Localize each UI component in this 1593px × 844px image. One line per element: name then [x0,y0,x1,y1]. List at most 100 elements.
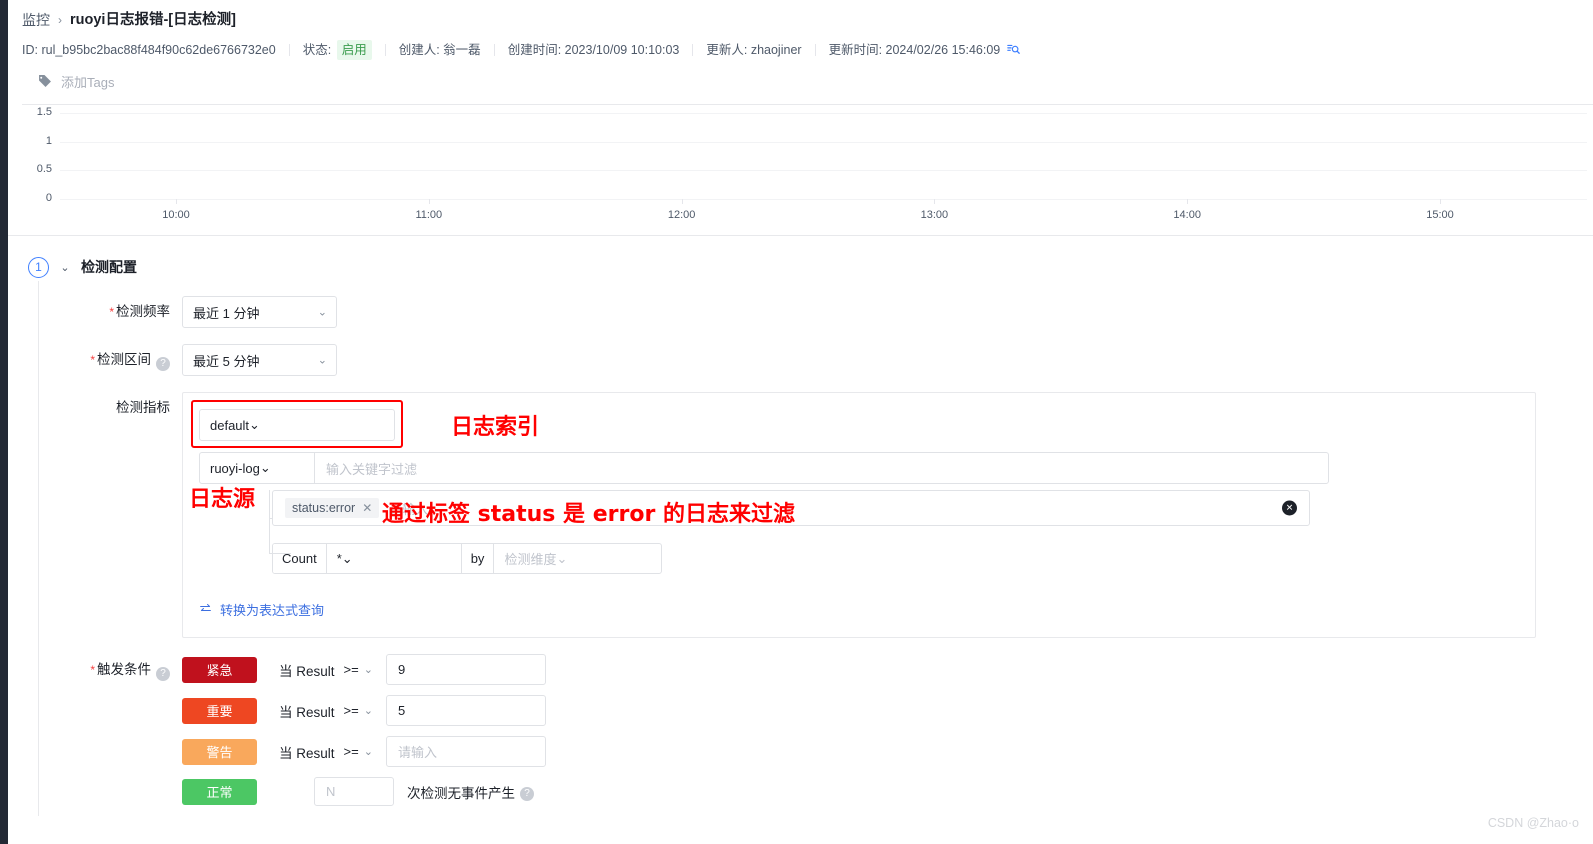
meta-divider [692,44,694,56]
clear-circle-icon[interactable]: ✕ [1282,500,1297,516]
meta-divider [288,44,290,56]
recovery-suffix-label: 次检测无事件产生? [407,782,534,802]
operator-select[interactable]: >= ⌄ [344,703,373,718]
field-trigger: * 触发条件? 紧急当 Result >= ⌄ 9 重要当 Result >= ⌄ 5 警告当 R… [64,654,1593,816]
breadcrumb-separator-icon: › [58,13,62,27]
page-title: ruoyi日志报错-[日志检测] [70,12,236,28]
metric-label-text: 检测指标 [116,400,170,415]
meta-creator-label: 创建人: [398,43,440,57]
tag-chip-label: status:error [292,501,356,515]
add-tags-label[interactable]: 添加Tags [61,72,114,91]
chart-x-tick: 12:00 [667,209,696,221]
threshold-input[interactable]: 请输入 [385,736,546,767]
meta-divider [384,44,386,56]
chart-gridline [60,199,1587,200]
field-metric: 检测指标 default ⌄ 日志索引 ruoyi-log ⌄ 输入关键字过滤 … [64,392,1593,638]
operator-value: >= [343,744,359,759]
threshold-input[interactable]: 9 [385,654,546,685]
operator-select[interactable]: >= ⌄ [344,744,373,759]
meta-id: ID: rul_b95bc2bac88f484f90c62de6766732e0 [22,41,276,59]
severity-badge[interactable]: 警告 [182,738,257,765]
condition-when-label: 当 Result [279,745,335,761]
chevron-down-icon[interactable]: ⌄ [59,261,71,274]
chevron-down-icon: ⌄ [363,664,373,676]
chevron-down-icon: ⌄ [317,306,327,319]
severity-badge[interactable]: 重要 [182,697,257,724]
status-badge: 启用 [336,40,372,60]
field-interval: * 检测区间? 最近 5 分钟 ⌄ [64,344,1593,376]
operator-select[interactable]: >= ⌄ [344,662,373,677]
frequency-select[interactable]: 最近 1 分钟 ⌄ [182,296,337,328]
chart-y-tick: 1.5 [36,106,52,118]
log-index-select[interactable]: default ⌄ [199,409,395,441]
meta-update-time: 更新时间: 2024/02/26 15:46:09 [829,41,1001,59]
detection-config-section: 1 ⌄ 检测配置 * 检测频率 最近 1 分钟 ⌄ * 检测区间? 最近 5 分… [8,236,1593,816]
copy-icon[interactable] [1007,43,1021,61]
required-marker: * [109,305,114,319]
detection-chart: 1.5 1 0.5 0 10:00 11:00 12:00 13:00 14:00 15:00 [8,105,1593,235]
meta-updater: 更新人: zhaojiner [706,41,801,59]
aggregation-dimension-select[interactable]: 检测维度 ⌄ [494,544,661,573]
trigger-label-text: 触发条件 [97,662,151,677]
operator-value: >= [343,703,359,718]
chart-x-tickmark [428,199,430,204]
trigger-condition-row: 警告 当 Result >= ⌄ 请输入 [182,736,546,767]
recovery-count-input[interactable]: N [314,777,394,806]
required-marker: * [90,663,95,677]
help-icon[interactable]: ? [156,357,170,371]
convert-to-expression-link[interactable]: 转换为表达式查询 [199,600,1519,619]
field-metric-label: 检测指标 [64,392,182,424]
chevron-down-icon: ⌄ [556,550,568,566]
meta-divider [814,44,816,56]
chart-x-tickmark [1440,199,1441,204]
trigger-condition-row: 紧急 当 Result >= ⌄ 9 [182,654,546,685]
section-header[interactable]: 1 ⌄ 检测配置 [8,254,1593,280]
recovery-suffix-text: 次检测无事件产生 [407,785,515,801]
meta-id-label: ID: [22,43,38,57]
meta-update-time-label: 更新时间: [828,43,883,57]
step-number-badge: 1 [28,256,49,278]
chevron-down-icon: ⌄ [249,417,260,432]
meta-creator-value: 翁一磊 [443,43,481,57]
chart-plot-area: 1.5 1 0.5 0 10:00 11:00 12:00 13:00 14:00 15:00 [8,105,1593,235]
chart-x-tick: 13:00 [920,209,949,221]
meta-create-time: 创建时间: 2023/10/09 10:10:03 [508,41,680,59]
frequency-label-text: 检测频率 [116,304,170,319]
metric-query-builder: default ⌄ 日志索引 ruoyi-log ⌄ 输入关键字过滤 日志源 s… [182,392,1536,638]
normal-recovery-row: 正常 N 次检测无事件产生? [182,777,546,806]
convert-to-expression-label: 转换为表达式查询 [220,603,325,618]
help-icon[interactable]: ? [520,786,534,801]
field-frequency-label: * 检测频率 [64,296,182,328]
threshold-input[interactable]: 5 [385,695,546,726]
chart-x-tick: 14:00 [1173,209,1201,221]
chart-gridline [60,113,1587,114]
chart-x-tickmark [934,199,936,204]
help-icon[interactable]: ? [156,667,170,681]
field-frequency: * 检测频率 最近 1 分钟 ⌄ [64,296,1593,328]
log-source-select[interactable]: ruoyi-log ⌄ [200,453,315,483]
chevron-down-icon: ⌄ [317,354,327,367]
chart-y-tick: 1 [45,134,52,147]
tag-chip[interactable]: status:error ✕ [285,498,380,518]
severity-badge[interactable]: 紧急 [182,656,257,683]
interval-label-text: 检测区间 [97,352,151,367]
tags-row[interactable]: 添加Tags [22,72,1593,104]
chevron-down-icon: ⌄ [363,746,373,758]
meta-divider [493,44,495,56]
meta-bar: ID: rul_b95bc2bac88f484f90c62de6766732e0… [22,40,1593,60]
keyword-filter-input[interactable]: 输入关键字过滤 [315,453,1328,483]
annotation-index: 日志索引 [451,415,540,440]
meta-create-time-label: 创建时间: [507,43,562,57]
meta-status-label: 状态: [302,43,332,57]
chart-y-tick: 0.5 [36,163,52,176]
aggregation-field-select[interactable]: * ⌄ [327,544,462,573]
chart-x-tickmark [176,199,177,204]
frequency-value: 最近 1 分钟 [193,305,260,321]
config-form: * 检测频率 最近 1 分钟 ⌄ * 检测区间? 最近 5 分钟 ⌄ 检测指标 … [8,280,1593,816]
severity-badge-normal[interactable]: 正常 [182,778,257,805]
chevron-down-icon: ⌄ [363,705,373,717]
chart-gridline [60,170,1587,172]
breadcrumb-root[interactable]: 监控 [22,10,50,30]
interval-select[interactable]: 最近 5 分钟 ⌄ [182,344,337,376]
close-icon[interactable]: ✕ [362,501,372,515]
